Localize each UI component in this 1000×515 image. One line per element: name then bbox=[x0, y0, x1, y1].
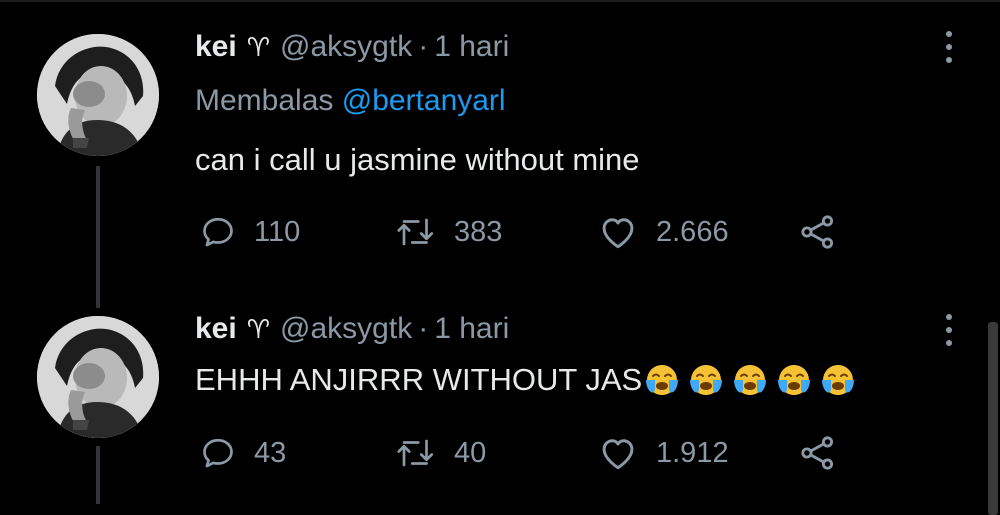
timestamp[interactable]: 1 hari bbox=[434, 312, 509, 346]
loudly-crying-face-emoji bbox=[690, 365, 723, 395]
more-options-button[interactable] bbox=[935, 310, 963, 350]
aries-symbol: ♈ bbox=[246, 31, 271, 62]
replying-mention[interactable]: @bertanyarl bbox=[342, 84, 506, 117]
display-name[interactable]: kei bbox=[195, 312, 237, 346]
retweet-arrows-icon bbox=[397, 218, 434, 246]
tweet-actions: 43 40 1.912 bbox=[0, 433, 1000, 473]
loudly-crying-face-emoji bbox=[778, 365, 811, 395]
like-count: 1.912 bbox=[656, 436, 729, 469]
avatar[interactable] bbox=[37, 34, 159, 156]
ellipsis-dot bbox=[946, 31, 952, 37]
like-button[interactable]: 2.666 bbox=[598, 212, 729, 252]
loudly-crying-face-emoji bbox=[822, 365, 855, 395]
ellipsis-dot bbox=[946, 340, 952, 346]
retweet-button[interactable]: 383 bbox=[396, 212, 502, 252]
user-handle[interactable]: @aksygtk bbox=[280, 30, 412, 64]
replying-label: Membalas bbox=[195, 84, 334, 117]
tweet-text-content: EHHH ANJIRRR WITHOUT JAS bbox=[195, 362, 643, 397]
like-count: 2.666 bbox=[656, 215, 729, 248]
tweet-header: kei ♈ @aksygtk · 1 hari bbox=[195, 29, 509, 65]
reply-button[interactable]: 43 bbox=[200, 433, 286, 473]
speech-bubble-icon bbox=[203, 217, 233, 247]
retweet-button[interactable]: 40 bbox=[396, 433, 486, 473]
tweet-text-content: can i call u jasmine without mine bbox=[195, 142, 640, 177]
like-button[interactable]: 1.912 bbox=[598, 433, 729, 473]
loudly-crying-face-emoji bbox=[646, 365, 679, 395]
share-nodes-icon bbox=[801, 215, 834, 249]
aries-symbol: ♈ bbox=[246, 313, 271, 344]
share-button[interactable] bbox=[799, 433, 837, 473]
ellipsis-dot bbox=[946, 44, 952, 50]
scrollbar[interactable] bbox=[988, 322, 998, 515]
tweet[interactable]: kei ♈ @aksygtk · 1 hari EHHH ANJIRRR WIT… bbox=[0, 300, 1000, 515]
retweet-arrows-icon bbox=[397, 439, 434, 467]
replying-to: Membalas @bertanyarl bbox=[195, 84, 506, 118]
loudly-crying-face-emoji bbox=[734, 365, 767, 395]
more-options-button[interactable] bbox=[935, 27, 963, 67]
tweet-text: EHHH ANJIRRR WITHOUT JAS bbox=[195, 360, 858, 400]
speech-bubble-icon bbox=[203, 438, 233, 468]
emoji-row bbox=[642, 360, 858, 400]
ellipsis-dot bbox=[946, 327, 952, 333]
retweet-count: 40 bbox=[454, 436, 487, 469]
heart-outline-icon bbox=[602, 439, 634, 470]
timestamp[interactable]: 1 hari bbox=[434, 30, 509, 64]
ellipsis-dot bbox=[946, 314, 952, 320]
tweet-header: kei ♈ @aksygtk · 1 hari bbox=[195, 311, 509, 347]
heart-outline-icon bbox=[602, 218, 634, 249]
tweet-text: can i call u jasmine without mine bbox=[195, 142, 640, 178]
display-name[interactable]: kei bbox=[195, 30, 237, 64]
share-nodes-icon bbox=[801, 436, 834, 470]
separator-dot: · bbox=[418, 312, 429, 345]
avatar[interactable] bbox=[37, 316, 159, 438]
tweet[interactable]: kei ♈ @aksygtk · 1 hari Membalas @bertan… bbox=[0, 0, 1000, 308]
share-button[interactable] bbox=[799, 212, 837, 252]
retweet-count: 383 bbox=[454, 215, 503, 248]
separator-dot: · bbox=[418, 30, 429, 63]
reply-button[interactable]: 110 bbox=[200, 212, 300, 252]
reply-count: 43 bbox=[254, 436, 287, 469]
reply-count: 110 bbox=[254, 215, 301, 248]
user-handle[interactable]: @aksygtk bbox=[280, 312, 412, 346]
tweet-actions: 110 383 2.666 bbox=[0, 212, 1000, 252]
ellipsis-dot bbox=[946, 57, 952, 63]
